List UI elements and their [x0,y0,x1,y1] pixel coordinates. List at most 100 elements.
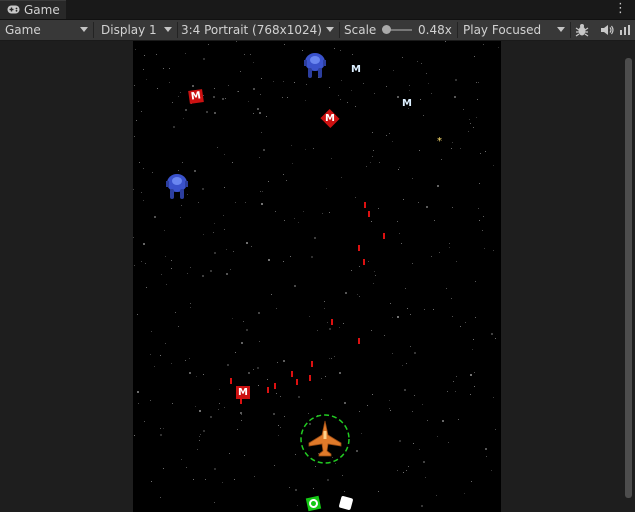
star [389,400,390,401]
star [225,98,226,99]
star [248,372,250,374]
star [283,360,285,362]
missile-pickup: M [188,89,204,104]
star [491,470,492,471]
star [473,339,474,340]
star [326,188,327,189]
star [246,242,248,244]
star [268,259,270,261]
star [474,372,475,373]
star [294,218,295,219]
enemy-bullet [291,371,293,377]
star [384,335,385,336]
aspect-dropdown[interactable]: 3:4 Portrait (768x1024) [176,20,338,40]
star [414,352,416,354]
star [306,84,307,85]
star [368,261,369,262]
enemy-bullet [267,387,269,393]
star [417,61,418,62]
star [203,374,204,375]
star [163,468,164,469]
star [248,101,249,102]
star [136,120,137,121]
star [397,96,399,98]
star [474,56,475,57]
star [295,489,297,491]
star [436,495,437,496]
star [357,294,358,295]
star [154,366,155,367]
star [412,178,413,179]
star [171,363,172,364]
star [290,256,291,257]
stats-icon[interactable] [617,21,633,39]
play-mode-dropdown[interactable]: Play Focused [458,20,569,40]
star [163,68,164,69]
star [324,308,325,309]
star [260,94,261,95]
bug-icon[interactable] [573,21,591,39]
star [476,82,477,83]
star [289,487,290,488]
star [378,208,379,209]
star [152,172,153,173]
star [339,372,341,374]
star [419,449,420,450]
star [465,322,466,323]
view-dropdown[interactable]: Game [0,20,92,40]
star [409,85,410,86]
star [399,440,401,442]
star [203,95,204,96]
star [183,118,184,119]
sparkle: * [437,136,442,147]
star [347,102,348,103]
star [154,216,156,218]
star [135,49,136,50]
chevron-down-icon [80,27,88,32]
star [493,165,494,166]
star [186,467,187,468]
star [150,400,151,401]
star [277,362,278,363]
star [334,48,335,49]
star [367,405,368,406]
star [485,151,486,152]
star [378,491,379,492]
star [238,91,239,92]
tab-bar: Game ⋮ [0,0,635,20]
star [389,133,390,134]
star [460,148,461,149]
star [322,213,323,214]
star [361,433,362,434]
star [406,363,407,364]
star [412,411,413,412]
star [266,116,267,117]
star [477,99,478,100]
star [397,470,398,471]
star [315,466,316,467]
vertical-scrollbar[interactable] [625,58,632,498]
star [379,162,380,163]
star [329,212,330,213]
star [178,96,179,97]
star [286,180,287,181]
star [226,273,228,275]
enemy-bullet [368,211,370,217]
game-viewport[interactable]: M M M M M * [133,41,501,512]
star [470,123,471,124]
star [397,316,399,318]
star [217,147,218,148]
star [428,83,429,84]
more-options-icon[interactable]: ⋮ [614,1,627,16]
star [245,202,246,203]
tab-game[interactable]: Game [0,0,66,19]
star [273,413,275,415]
star [478,82,479,83]
star [203,234,204,235]
scale-slider-handle[interactable] [382,25,391,34]
display-dropdown[interactable]: Display 1 [96,20,176,40]
audio-icon[interactable] [598,21,616,39]
star [246,329,248,331]
enemy-bullet [311,361,313,367]
star [192,85,194,87]
